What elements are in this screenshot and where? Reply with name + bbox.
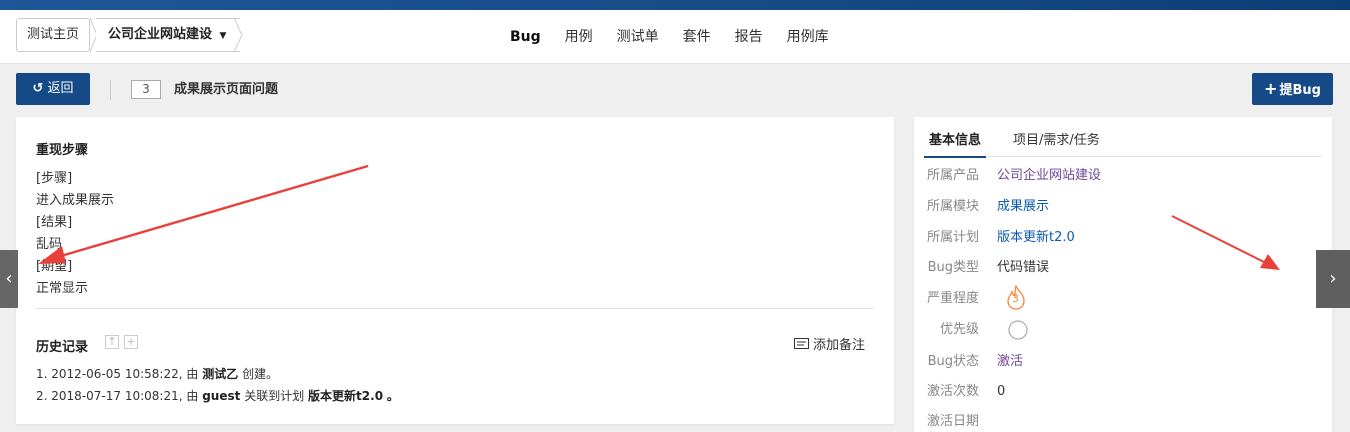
header: 测试主页 公司企业网站建设 ▼ Bug 用例 测试单 套件 报告 用例库	[0, 10, 1350, 64]
steps-title: 重现步骤	[36, 143, 89, 158]
nav-caselib[interactable]: 用例库	[775, 27, 841, 47]
history-time: 2018-07-17 10:08:21,	[51, 389, 183, 403]
field-label: 严重程度	[926, 291, 979, 306]
steps-line: 正常显示	[36, 281, 89, 296]
back-button[interactable]: ↺ 返回	[16, 73, 90, 105]
field-priority: 优先级	[924, 318, 1322, 342]
bug-id-badge: 3	[131, 80, 161, 99]
chevron-left-icon: ‹	[5, 268, 13, 289]
field-product: 所属产品 公司企业网站建设	[924, 164, 1322, 188]
tab-basic-info[interactable]: 基本信息	[924, 129, 987, 158]
nav-suite[interactable]: 套件	[671, 27, 723, 47]
bug-title: 成果展示页面问题	[174, 82, 279, 97]
add-note-button[interactable]: 添加备注	[794, 334, 865, 353]
field-label: 所属计划	[926, 230, 979, 245]
new-bug-label: 提Bug	[1279, 83, 1321, 98]
side-panel: 基本信息 项目/需求/任务 所属产品 公司企业网站建设 所属模块 成果展示 所属…	[914, 117, 1332, 432]
nav-report[interactable]: 报告	[723, 27, 775, 47]
field-label: 激活日期	[926, 414, 979, 429]
breadcrumb-product[interactable]: 公司企业网站建设 ▼	[90, 18, 243, 52]
field-label: 优先级	[939, 322, 979, 337]
next-bug-button[interactable]: ›	[1316, 250, 1350, 308]
field-activated-count: 激活次数 0	[924, 380, 1322, 404]
field-label: 激活次数	[926, 384, 979, 399]
main-nav: Bug 用例 测试单 套件 报告 用例库	[498, 27, 841, 47]
add-note-label: 添加备注	[813, 338, 866, 353]
field-value: 激活	[997, 354, 1024, 369]
history-item: 1. 2012-06-05 10:58:22, 由 测试乙 创建。	[36, 363, 399, 385]
nav-bug[interactable]: Bug	[498, 27, 553, 47]
field-activated-date: 激活日期	[924, 410, 1322, 432]
chevron-right-icon: ›	[1329, 268, 1337, 289]
history-end: 。	[386, 389, 399, 403]
chevron-down-icon: ▼	[219, 31, 227, 41]
annotation-arrow-left-icon	[38, 164, 369, 264]
field-value[interactable]: 成果展示	[997, 195, 1049, 219]
severity-value: 3	[1012, 292, 1019, 305]
field-label: 所属产品	[926, 168, 979, 183]
history-action: 创建。	[242, 367, 279, 381]
history-by: 由	[186, 389, 199, 403]
history-target[interactable]: 版本更新t2.0	[308, 389, 383, 403]
field-value[interactable]: 公司企业网站建设	[997, 164, 1101, 188]
priority-circle-icon	[1008, 320, 1028, 340]
toolbar-divider	[110, 80, 111, 100]
breadcrumb-home[interactable]: 测试主页	[16, 18, 91, 52]
history-index: 1.	[36, 367, 48, 381]
nav-case[interactable]: 用例	[553, 27, 605, 47]
history-user: guest	[202, 389, 241, 403]
field-label: Bug类型	[927, 260, 979, 275]
side-tabs: 基本信息 项目/需求/任务	[924, 127, 1322, 158]
plus-icon: +	[1264, 79, 1278, 98]
back-icon: ↺	[32, 81, 44, 96]
history-item: 2. 2018-07-17 10:08:21, 由 guest 关联到计划 版本…	[36, 385, 399, 407]
top-brand-bar	[0, 0, 1350, 10]
history-title: 历史记录	[36, 340, 89, 355]
nav-testtask[interactable]: 测试单	[605, 27, 671, 47]
breadcrumb-product-label: 公司企业网站建设	[108, 27, 213, 42]
section-divider	[36, 308, 874, 309]
field-status: Bug状态 激活	[924, 350, 1322, 374]
field-severity: 严重程度 3	[924, 285, 1322, 311]
field-value: 代码错误	[997, 260, 1050, 275]
field-label: 所属模块	[926, 199, 979, 214]
history-action: 关联到计划	[244, 389, 305, 403]
field-value: 0	[997, 384, 1006, 399]
tab-project-story-task[interactable]: 项目/需求/任务	[1008, 129, 1105, 156]
back-label: 返回	[47, 81, 74, 96]
history-list: 1. 2012-06-05 10:58:22, 由 测试乙 创建。 2. 201…	[36, 363, 399, 407]
history-collapse-icon[interactable]: ↑	[105, 335, 119, 349]
comment-icon	[794, 338, 809, 349]
history-expand-icon[interactable]: +	[124, 335, 138, 349]
history-index: 2.	[36, 389, 48, 403]
history-user: 测试乙	[202, 367, 239, 381]
breadcrumb-end-icon	[234, 18, 243, 52]
history-by: 由	[186, 367, 199, 381]
history-time: 2012-06-05 10:58:22,	[51, 367, 183, 381]
field-value[interactable]: 版本更新t2.0	[997, 226, 1075, 250]
prev-bug-button[interactable]: ‹	[0, 250, 18, 308]
field-label: Bug状态	[927, 354, 979, 369]
new-bug-button[interactable]: + 提Bug	[1252, 73, 1333, 105]
annotation-arrow-right-icon	[1171, 215, 1280, 270]
